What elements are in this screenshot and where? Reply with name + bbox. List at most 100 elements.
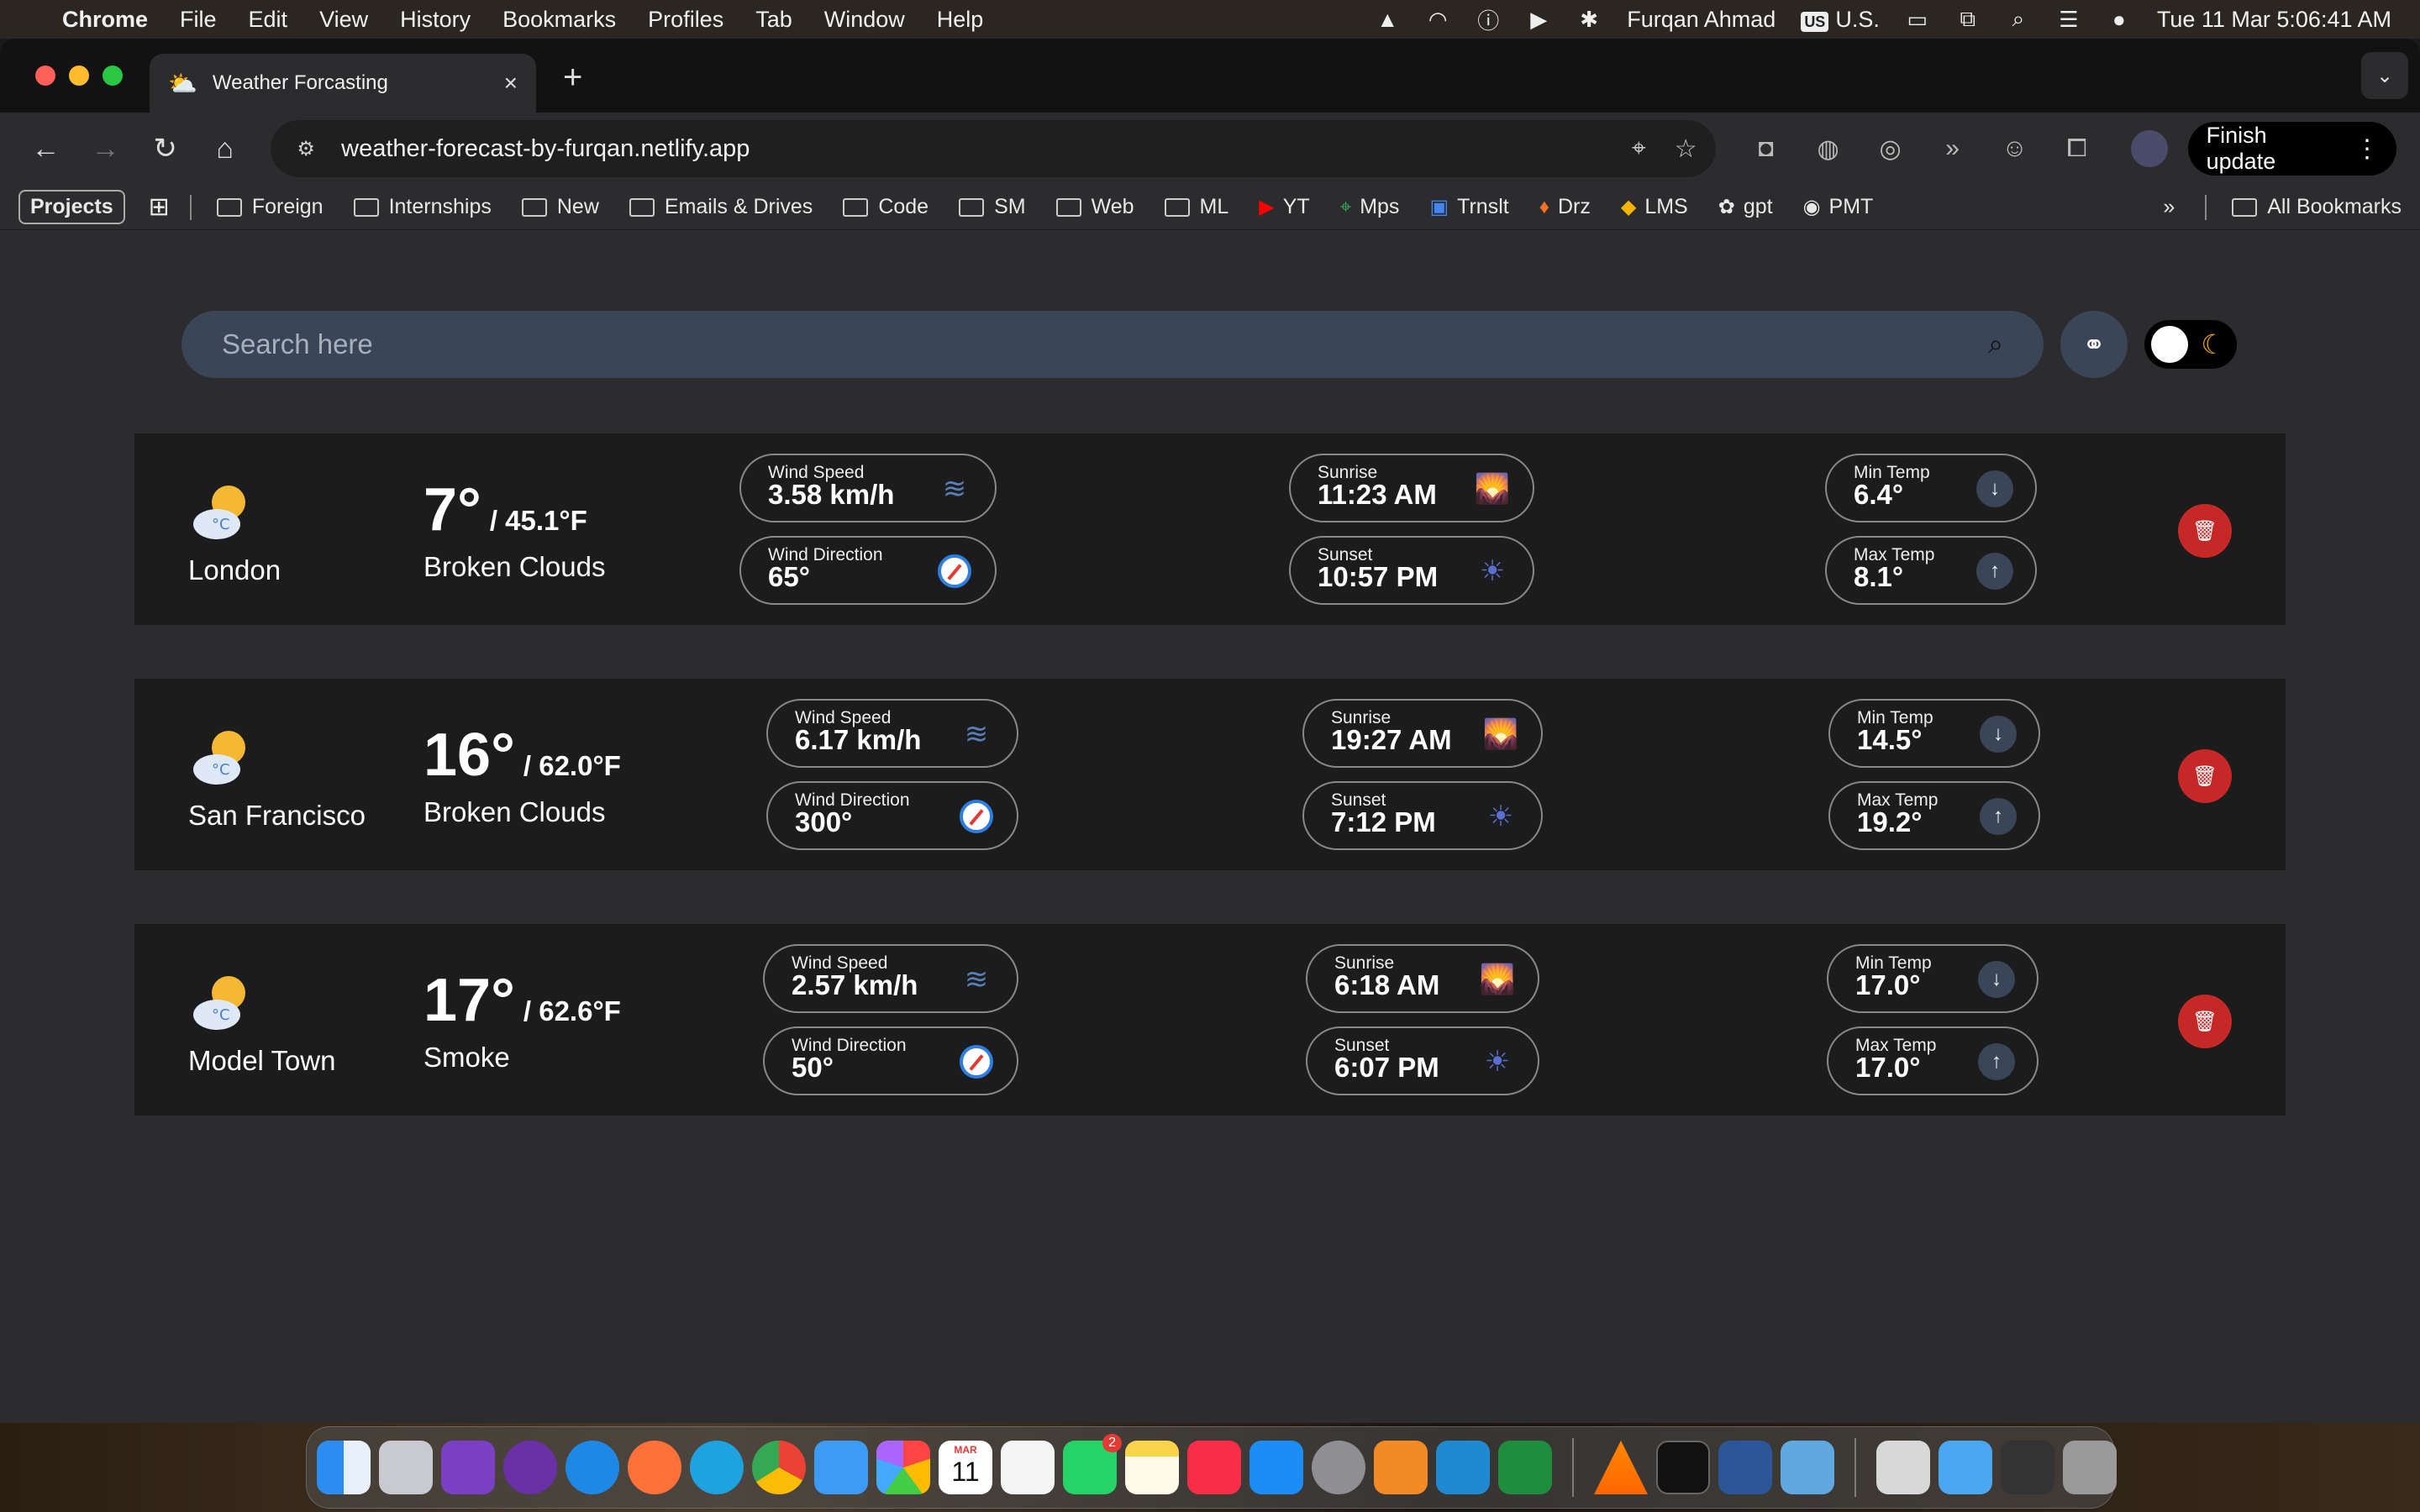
tab-search-button[interactable]: ⌄ [2361, 52, 2408, 99]
notes-icon[interactable] [1125, 1441, 1179, 1494]
menu-app-name[interactable]: Chrome [62, 7, 148, 33]
menu-history[interactable]: History [400, 7, 471, 33]
input-source[interactable]: US U.S. [1801, 7, 1880, 33]
screen-mirroring-icon[interactable]: ⧉ [1955, 6, 1981, 32]
forward-button[interactable]: → [83, 126, 128, 171]
bookmark-pmt[interactable]: ◉ PMT [1803, 195, 1874, 219]
battery-icon[interactable]: ▭ [1905, 7, 1930, 32]
menu-edit[interactable]: Edit [249, 7, 288, 33]
bookmark-folder-web[interactable]: Web [1055, 195, 1134, 219]
bookmark-folder-foreign[interactable]: Foreign [216, 195, 324, 219]
menubar-user-name[interactable]: Furqan Ahmad [1627, 7, 1776, 33]
screen-recorder-icon[interactable] [2001, 1441, 2054, 1494]
url-text[interactable]: weather-forecast-by-furqan.netlify.app [341, 135, 1603, 163]
menu-help[interactable]: Help [937, 7, 984, 33]
play-status-icon[interactable]: ▶ [1526, 7, 1551, 32]
menu-view[interactable]: View [319, 7, 368, 33]
bookmark-star-icon[interactable]: ☆ [1675, 134, 1697, 164]
tab-weather-forcasting[interactable]: ⛅ Weather Forcasting × [150, 54, 536, 113]
firefox-icon[interactable] [628, 1441, 681, 1494]
menu-window[interactable]: Window [824, 7, 905, 33]
system-settings-icon[interactable] [1312, 1441, 1365, 1494]
profile-avatar[interactable] [2130, 130, 2168, 167]
fullscreen-window-button[interactable] [103, 66, 123, 86]
menu-file[interactable]: File [180, 7, 217, 33]
tor-browser-icon[interactable] [503, 1441, 557, 1494]
bookmark-drz[interactable]: ♦ Drz [1539, 195, 1591, 219]
music-icon[interactable] [1187, 1441, 1241, 1494]
chrome-icon[interactable] [752, 1441, 806, 1494]
vlc-status-icon[interactable]: ▲ [1375, 7, 1400, 32]
downloads-folder-icon[interactable] [1939, 1441, 1992, 1494]
calendar-icon[interactable]: MAR 11 [939, 1441, 992, 1494]
fast-forward-extension-icon[interactable]: » [1936, 132, 1970, 165]
app-store-icon[interactable] [1249, 1441, 1303, 1494]
home-button[interactable]: ⌂ [203, 126, 247, 171]
face-extension-icon[interactable]: ☺ [1998, 132, 2032, 165]
city-search-box[interactable]: ⌕ [182, 311, 2044, 378]
delete-city-button[interactable]: 🗑 [2178, 995, 2232, 1048]
control-center-icon[interactable]: ☰ [2056, 7, 2081, 32]
bookmark-trnslt[interactable]: ▣ Trnslt [1429, 195, 1508, 219]
vscode-icon[interactable] [1436, 1441, 1490, 1494]
launchpad-icon[interactable] [379, 1441, 433, 1494]
address-bar[interactable]: ⚙ weather-forecast-by-furqan.netlify.app… [271, 120, 1716, 177]
site-info-icon[interactable]: ⚙ [289, 132, 323, 165]
bookmark-folder-new[interactable]: New [521, 195, 599, 219]
whatsapp-icon[interactable]: 2 [1063, 1434, 1122, 1494]
close-window-button[interactable] [35, 66, 55, 86]
bluetooth-icon[interactable]: ✱ [1576, 7, 1602, 32]
new-tab-button[interactable]: + [563, 59, 582, 97]
location-pin-icon[interactable]: ⌖ [1632, 134, 1646, 163]
mail-icon[interactable] [814, 1441, 868, 1494]
link-button[interactable]: ⚭ [2060, 311, 2128, 378]
menu-bookmarks[interactable]: Bookmarks [502, 7, 616, 33]
bookmark-gpt[interactable]: ✿ gpt [1718, 195, 1773, 219]
extensions-puzzle-icon[interactable]: ⧠ [2060, 132, 2094, 165]
word-icon[interactable] [1718, 1441, 1772, 1494]
bookmark-folder-ml[interactable]: ML [1164, 195, 1228, 219]
search-icon[interactable]: ⌕ [1988, 328, 2003, 360]
spotlight-search-icon[interactable]: ⌕ [2006, 6, 2031, 32]
finish-update-button[interactable]: Finish update ⋮ [2187, 122, 2396, 176]
sublime-text-icon[interactable] [1374, 1441, 1428, 1494]
reminders-icon[interactable] [1001, 1441, 1055, 1494]
search-input[interactable] [222, 328, 1989, 360]
vpn-extension-icon[interactable]: ◍ [1812, 132, 1845, 165]
terminal-icon[interactable] [1656, 1441, 1710, 1494]
menu-tab[interactable]: Tab [755, 7, 792, 33]
minimize-window-button[interactable] [69, 66, 89, 86]
back-button[interactable]: ← [24, 126, 68, 171]
bookmark-lms[interactable]: ◆ LMS [1621, 195, 1688, 219]
close-tab-icon[interactable]: × [504, 70, 518, 97]
photos-icon[interactable] [876, 1441, 930, 1494]
globe-extension-icon[interactable]: ◎ [1874, 132, 1907, 165]
github-desktop-icon[interactable] [441, 1441, 495, 1494]
siri-icon[interactable]: ● [2107, 7, 2132, 32]
vlc-icon[interactable] [1594, 1441, 1648, 1494]
archive-utility-icon[interactable] [1876, 1441, 1930, 1494]
bookmark-mps[interactable]: ⌖ Mps [1340, 195, 1400, 219]
finder-icon[interactable] [317, 1441, 371, 1494]
headphones-icon[interactable]: ◠ [1425, 7, 1450, 32]
chrome-menu-icon[interactable]: ⋮ [2354, 134, 2380, 164]
bookmark-folder-emails-drives[interactable]: Emails & Drives [629, 195, 813, 219]
bookmark-yt[interactable]: ▶ YT [1259, 195, 1309, 219]
apps-grid-icon[interactable]: ⊞ [149, 192, 170, 222]
google-classroom-icon[interactable] [1498, 1441, 1552, 1494]
delete-city-button[interactable]: 🗑 [2178, 749, 2232, 803]
screenshot-extension-icon[interactable]: ◘ [1749, 132, 1783, 165]
trash-icon[interactable] [2063, 1441, 2117, 1494]
edge-icon[interactable] [690, 1441, 744, 1494]
menubar-clock[interactable]: Tue 11 Mar 5:06:41 AM [2157, 7, 2391, 33]
menu-profiles[interactable]: Profiles [648, 7, 723, 33]
theme-toggle[interactable]: ☾ [2144, 320, 2237, 369]
safari-icon[interactable] [566, 1441, 619, 1494]
projects-bookmark-button[interactable]: Projects [18, 190, 125, 224]
bookmark-folder-sm[interactable]: SM [959, 195, 1026, 219]
delete-city-button[interactable]: 🗑 [2178, 504, 2232, 558]
reload-button[interactable]: ↻ [143, 126, 187, 171]
preview-icon[interactable] [1781, 1441, 1834, 1494]
bookmark-folder-internships[interactable]: Internships [353, 195, 492, 219]
all-bookmarks-folder[interactable]: All Bookmarks [2232, 195, 2402, 219]
